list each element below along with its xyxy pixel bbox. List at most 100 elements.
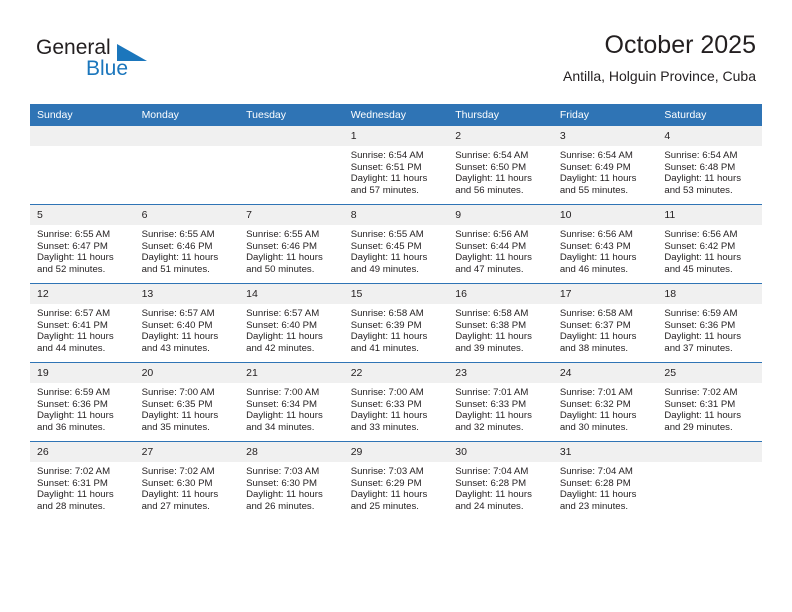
daylight-text-line1: Daylight: 11 hours [664, 410, 741, 422]
calendar-day-cell[interactable]: 15 Sunrise: 6:58 AM Sunset: 6:39 PM Dayligh… [343, 283, 449, 363]
day-number: 11 [657, 205, 762, 225]
daylight-text-line2: and 36 minutes. [37, 421, 106, 433]
daylight-text-line2: and 27 minutes. [141, 500, 210, 512]
general-blue-logo[interactable]: General Blue [36, 36, 166, 88]
sunset-text: Sunset: 6:50 PM [455, 161, 527, 173]
calendar-day-cell[interactable]: 31 Sunrise: 7:04 AM Sunset: 6:28 PM Dayligh… [552, 441, 658, 520]
day-number: 31 [552, 442, 658, 462]
day-number: 4 [657, 126, 762, 146]
day-sun-info: Sunrise: 6:58 AM Sunset: 6:37 PM Daylight:… [553, 304, 658, 354]
calendar-day-cell[interactable]: 8 Sunrise: 6:55 AM Sunset: 6:45 PM Daylight… [343, 204, 449, 284]
calendar-day-cell[interactable]: 24 Sunrise: 7:01 AM Sunset: 6:32 PM Dayligh… [552, 362, 658, 442]
day-sun-info: Sunrise: 7:00 AM Sunset: 6:35 PM Daylight:… [135, 383, 240, 433]
day-number: 25 [657, 363, 762, 383]
calendar-day-cell[interactable]: 19 Sunrise: 6:59 AM Sunset: 6:36 PM Dayligh… [30, 362, 135, 442]
daylight-text-line1: Daylight: 11 hours [246, 331, 323, 343]
sunset-text: Sunset: 6:30 PM [141, 477, 213, 489]
weekday-header-monday: Monday [134, 104, 240, 126]
calendar-day-cell[interactable]: 17 Sunrise: 6:58 AM Sunset: 6:37 PM Dayligh… [552, 283, 658, 363]
daylight-text-line2: and 37 minutes. [664, 342, 733, 354]
calendar-day-cell[interactable]: 3 Sunrise: 6:54 AM Sunset: 6:49 PM Daylight… [552, 126, 658, 205]
calendar-day-cell[interactable]: 21 Sunrise: 7:00 AM Sunset: 6:34 PM Dayligh… [239, 362, 344, 442]
sunset-text: Sunset: 6:49 PM [559, 161, 631, 173]
daylight-text-line1: Daylight: 11 hours [350, 331, 428, 343]
calendar-day-cell[interactable]: 28 Sunrise: 7:03 AM Sunset: 6:30 PM Dayligh… [239, 441, 344, 520]
daylight-text-line1: Daylight: 11 hours [246, 489, 323, 501]
calendar-day-cell[interactable]: 6 Sunrise: 6:55 AM Sunset: 6:46 PM Daylight… [134, 204, 240, 284]
sunrise-text: Sunrise: 7:03 AM [246, 466, 320, 477]
calendar-day-cell[interactable]: 1 Sunrise: 6:54 AM Sunset: 6:51 PM Daylight… [343, 126, 449, 205]
daylight-text-line2: and 33 minutes. [350, 421, 419, 433]
calendar-week-row: 19 Sunrise: 6:59 AM Sunset: 6:36 PM Dayligh… [30, 362, 762, 442]
calendar-day-cell[interactable]: 26 Sunrise: 7:02 AM Sunset: 6:31 PM Dayligh… [30, 441, 135, 520]
calendar-day-cell[interactable]: 22 Sunrise: 7:00 AM Sunset: 6:33 PM Dayligh… [343, 362, 449, 442]
calendar-day-cell[interactable]: 4 Sunrise: 6:54 AM Sunset: 6:48 PM Daylight… [657, 126, 762, 205]
sunrise-text: Sunrise: 6:57 AM [37, 308, 111, 319]
daylight-text-line2: and 29 minutes. [664, 421, 733, 433]
day-sun-info: Sunrise: 7:00 AM Sunset: 6:33 PM Daylight:… [344, 383, 449, 433]
day-number: 16 [448, 284, 553, 304]
day-number: 13 [134, 284, 240, 304]
daylight-text-line2: and 44 minutes. [37, 342, 106, 354]
daylight-text-line1: Daylight: 11 hours [141, 331, 219, 343]
day-number: 15 [343, 284, 449, 304]
weekday-header-sunday: Sunday [30, 104, 135, 126]
sunset-text: Sunset: 6:45 PM [350, 240, 422, 252]
calendar-day-cell[interactable]: 12 Sunrise: 6:57 AM Sunset: 6:41 PM Dayligh… [30, 283, 135, 363]
calendar-body: 1 Sunrise: 6:54 AM Sunset: 6:51 PM Daylight… [30, 126, 762, 520]
calendar-day-cell[interactable]: 27 Sunrise: 7:02 AM Sunset: 6:30 PM Dayligh… [134, 441, 240, 520]
sunrise-text: Sunrise: 6:59 AM [664, 308, 738, 319]
sunset-text: Sunset: 6:51 PM [350, 161, 422, 173]
daylight-text-line1: Daylight: 11 hours [350, 173, 428, 185]
daylight-text-line2: and 51 minutes. [141, 263, 210, 275]
daylight-text-line2: and 26 minutes. [246, 500, 315, 512]
calendar-day-cell[interactable]: 7 Sunrise: 6:55 AM Sunset: 6:46 PM Daylight… [239, 204, 344, 284]
sunrise-text: Sunrise: 6:55 AM [350, 229, 424, 240]
calendar-day-cell[interactable]: 9 Sunrise: 6:56 AM Sunset: 6:44 PM Daylight… [448, 204, 553, 284]
weekday-header-row: Sunday Monday Tuesday Wednesday Thursday… [30, 104, 762, 126]
calendar-day-cell[interactable]: 10 Sunrise: 6:56 AM Sunset: 6:43 PM Dayligh… [552, 204, 658, 284]
day-number: 17 [552, 284, 658, 304]
day-sun-info: Sunrise: 7:00 AM Sunset: 6:34 PM Daylight:… [239, 383, 344, 433]
calendar-day-cell[interactable]: 14 Sunrise: 6:57 AM Sunset: 6:40 PM Dayligh… [239, 283, 344, 363]
day-number: 21 [239, 363, 344, 383]
sunrise-text: Sunrise: 6:54 AM [455, 150, 529, 161]
sunrise-text: Sunrise: 7:02 AM [141, 466, 215, 477]
calendar-day-cell[interactable]: 30 Sunrise: 7:04 AM Sunset: 6:28 PM Dayligh… [448, 441, 553, 520]
calendar-day-cell[interactable]: 2 Sunrise: 6:54 AM Sunset: 6:50 PM Daylight… [448, 126, 553, 205]
day-number: 19 [30, 363, 135, 383]
daylight-text-line1: Daylight: 11 hours [559, 331, 637, 343]
calendar-day-cell[interactable]: 5 Sunrise: 6:55 AM Sunset: 6:47 PM Daylight… [30, 204, 135, 284]
page-title: October 2025 [604, 31, 757, 59]
daylight-text-line2: and 56 minutes. [455, 184, 524, 196]
sunrise-text: Sunrise: 7:03 AM [350, 466, 424, 477]
daylight-text-line2: and 57 minutes. [350, 184, 419, 196]
day-sun-info: Sunrise: 6:57 AM Sunset: 6:40 PM Daylight:… [135, 304, 240, 354]
calendar-day-cell[interactable]: 13 Sunrise: 6:57 AM Sunset: 6:40 PM Dayligh… [134, 283, 240, 363]
calendar-day-cell[interactable]: 11 Sunrise: 6:56 AM Sunset: 6:42 PM Dayligh… [657, 204, 762, 284]
sunrise-text: Sunrise: 6:54 AM [559, 150, 633, 161]
day-number: 14 [239, 284, 344, 304]
calendar-day-cell[interactable]: 20 Sunrise: 7:00 AM Sunset: 6:35 PM Dayligh… [134, 362, 240, 442]
day-sun-info: Sunrise: 6:54 AM Sunset: 6:51 PM Daylight:… [344, 146, 449, 196]
sunrise-text: Sunrise: 6:56 AM [559, 229, 633, 240]
day-number [134, 126, 240, 146]
daylight-text-line2: and 50 minutes. [246, 263, 315, 275]
sunset-text: Sunset: 6:35 PM [141, 398, 213, 410]
calendar-day-cell[interactable]: 18 Sunrise: 6:59 AM Sunset: 6:36 PM Dayligh… [657, 283, 762, 363]
sunset-text: Sunset: 6:31 PM [664, 398, 736, 410]
weekday-header-thursday: Thursday [448, 104, 553, 126]
day-number: 1 [343, 126, 449, 146]
calendar-day-cell[interactable]: 29 Sunrise: 7:03 AM Sunset: 6:29 PM Dayligh… [343, 441, 449, 520]
day-number: 20 [134, 363, 240, 383]
calendar-day-cell-empty [239, 126, 344, 205]
daylight-text-line2: and 43 minutes. [141, 342, 210, 354]
day-number: 2 [448, 126, 553, 146]
calendar-day-cell[interactable]: 16 Sunrise: 6:58 AM Sunset: 6:38 PM Dayligh… [448, 283, 553, 363]
daylight-text-line2: and 32 minutes. [455, 421, 524, 433]
day-sun-info: Sunrise: 6:55 AM Sunset: 6:46 PM Daylight:… [135, 225, 240, 275]
daylight-text-line2: and 24 minutes. [455, 500, 524, 512]
calendar-day-cell[interactable]: 25 Sunrise: 7:02 AM Sunset: 6:31 PM Dayligh… [657, 362, 762, 442]
daylight-text-line2: and 52 minutes. [37, 263, 106, 275]
calendar-day-cell[interactable]: 23 Sunrise: 7:01 AM Sunset: 6:33 PM Dayligh… [448, 362, 553, 442]
